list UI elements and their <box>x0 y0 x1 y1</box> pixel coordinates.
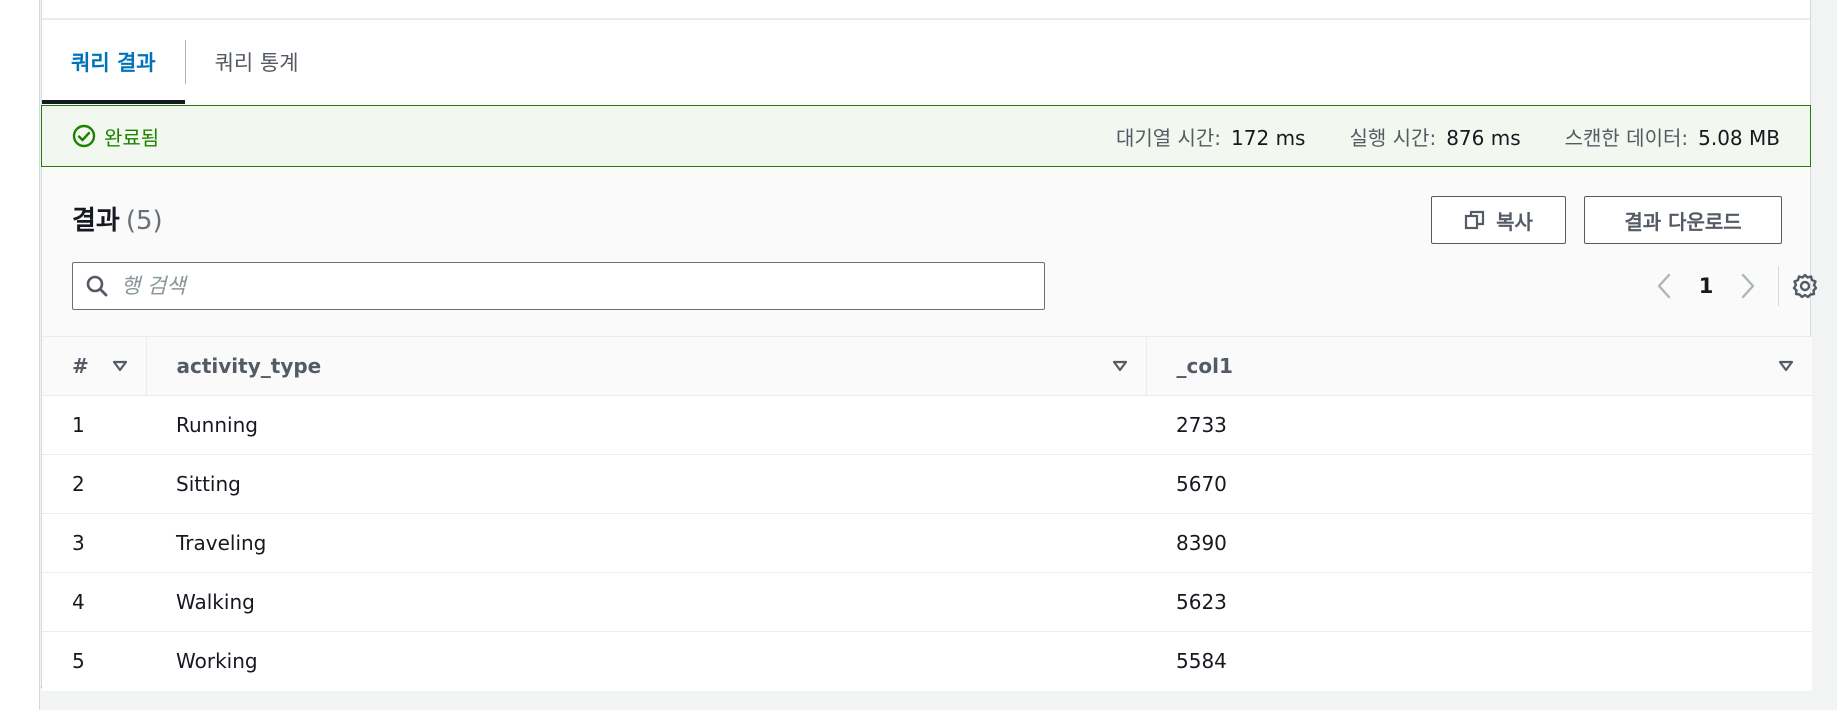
status-completed: 완료됨 <box>72 122 159 151</box>
panel-top-strip <box>42 0 1810 20</box>
search-input[interactable] <box>121 274 1021 298</box>
table-row: 1 Running 2733 <box>42 395 1812 455</box>
table-settings-button[interactable] <box>1791 272 1819 300</box>
column-header-index[interactable]: # <box>42 336 147 396</box>
pager-divider <box>1778 266 1779 306</box>
table-row: 2 Sitting 5670 <box>42 454 1812 514</box>
download-results-button[interactable]: 결과 다운로드 <box>1584 196 1782 244</box>
queue-time-label: 대기열 시간: <box>1115 125 1222 150</box>
pagination: 1 <box>1642 262 1819 310</box>
chevron-right-icon <box>1741 273 1755 299</box>
status-bar: 완료됨 대기열 시간: 172 ms 실행 시간: 876 ms 스캔한 데이터: 5… <box>41 105 1811 167</box>
results-section: 결과(5) 복사 결과 다운로드 1 <box>42 168 1818 691</box>
row-search <box>72 262 1045 310</box>
results-table: # activity_type _col1 1 Running 2733 2 S… <box>42 336 1812 691</box>
cell-index: 3 <box>42 513 146 573</box>
chevron-left-icon <box>1657 273 1671 299</box>
sort-down-icon[interactable] <box>112 360 128 372</box>
next-page-button[interactable] <box>1726 273 1770 299</box>
tab-query-stats-label: 쿼리 통계 <box>214 51 299 75</box>
cell-activity-type: Sitting <box>146 454 1146 514</box>
data-scanned-label: 스캔한 데이터: <box>1564 125 1689 150</box>
cell-col1: 2733 <box>1146 395 1812 455</box>
cell-index: 1 <box>42 395 146 455</box>
results-title: 결과 <box>72 206 120 236</box>
queue-time: 대기열 시간: 172 ms <box>1116 122 1306 151</box>
column-header-col1[interactable]: _col1 <box>1146 336 1812 396</box>
cell-index: 5 <box>72 649 85 674</box>
cell-col1: 5584 <box>1176 649 1227 674</box>
run-time-label: 실행 시간: <box>1349 125 1437 150</box>
table-row: 3 Traveling 8390 <box>42 513 1812 573</box>
results-heading: 결과 (5) <box>72 200 163 237</box>
cell-activity-type: Running <box>146 395 1146 455</box>
column-header-label: activity_type <box>176 354 322 378</box>
current-page[interactable]: 1 <box>1686 274 1726 298</box>
results-count: (5) <box>125 206 163 236</box>
status-text: 완료됨 <box>104 125 160 150</box>
tab-query-stats[interactable]: 쿼리 통계 <box>186 20 328 104</box>
check-circle-icon <box>72 124 96 148</box>
cell-activity-type: Traveling <box>146 513 1146 573</box>
run-time-value: 876 ms <box>1446 125 1521 150</box>
copy-button[interactable]: 복사 <box>1431 196 1566 244</box>
table-row: 5 Working 5584 <box>42 632 1812 691</box>
table-header-row: # activity_type _col1 <box>42 336 1812 396</box>
tab-query-results-label: 쿼리 결과 <box>71 51 156 75</box>
data-scanned-value: 5.08 MB <box>1698 125 1780 150</box>
data-scanned: 스캔한 데이터: 5.08 MB <box>1565 122 1780 151</box>
column-header-label: # <box>72 354 89 378</box>
cell-col1: 8390 <box>1146 513 1812 573</box>
cell-activity-type: Walking <box>146 572 1146 632</box>
copy-button-label: 복사 <box>1496 209 1533 234</box>
tab-query-results[interactable]: 쿼리 결과 <box>42 20 185 104</box>
gear-icon <box>1792 273 1818 299</box>
query-results-panel: 쿼리 결과 쿼리 통계 완료됨 대기열 시간: 172 ms 실행 시간: 876 … <box>41 0 1818 691</box>
sort-down-icon[interactable] <box>1112 360 1128 372</box>
download-button-label: 결과 다운로드 <box>1624 209 1742 234</box>
left-sidebar-edge <box>0 0 40 710</box>
result-tabs: 쿼리 결과 쿼리 통계 <box>42 20 1810 104</box>
copy-icon <box>1464 210 1485 230</box>
prev-page-button[interactable] <box>1642 273 1686 299</box>
search-icon <box>86 275 108 297</box>
cell-activity-type: Working <box>176 649 258 674</box>
cell-col1: 5670 <box>1146 454 1812 514</box>
cell-index: 4 <box>42 572 146 632</box>
sort-down-icon[interactable] <box>1778 360 1794 372</box>
column-header-label: _col1 <box>1176 354 1233 378</box>
queue-time-value: 172 ms <box>1231 125 1306 150</box>
cell-index: 2 <box>42 454 146 514</box>
column-header-activity-type[interactable]: activity_type <box>146 336 1147 396</box>
run-time: 실행 시간: 876 ms <box>1349 122 1520 151</box>
table-row: 4 Walking 5623 <box>42 572 1812 632</box>
cell-col1: 5623 <box>1146 572 1812 632</box>
query-stats: 대기열 시간: 172 ms 실행 시간: 876 ms 스캔한 데이터: 5.08 … <box>1116 122 1780 151</box>
